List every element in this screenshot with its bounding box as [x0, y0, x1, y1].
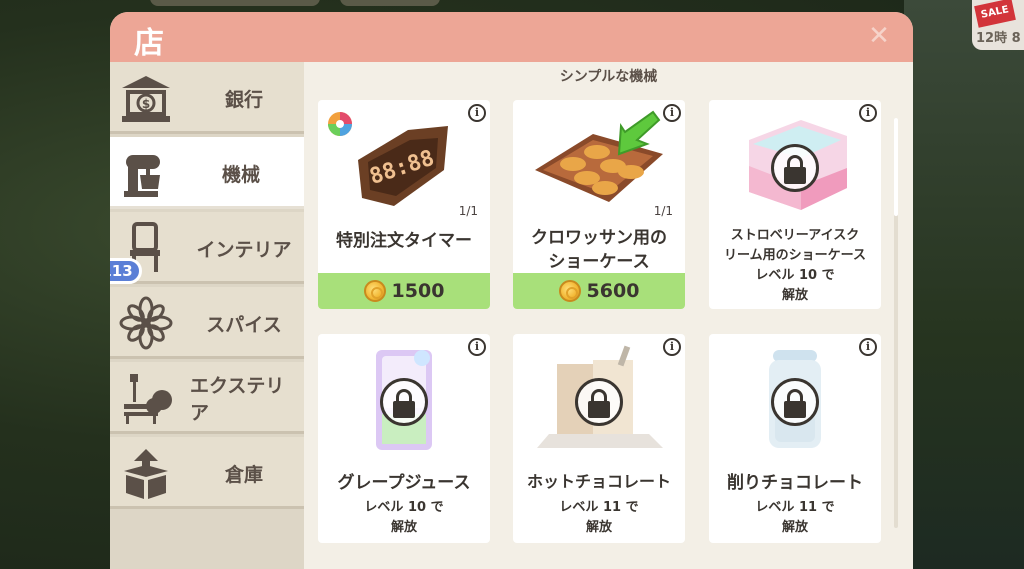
- sidebar-item-label: 機械: [221, 163, 260, 186]
- coin-icon: [363, 280, 386, 302]
- buy-button[interactable]: 5600: [513, 273, 685, 309]
- item-name: グレープジュース: [337, 473, 471, 493]
- scrollbar-thumb[interactable]: [894, 118, 898, 216]
- item-name: 特別注文タイマー: [336, 231, 472, 251]
- unlock-level: レベル 10 で: [364, 500, 444, 515]
- sidebar-item-storage[interactable]: 倉庫: [110, 437, 304, 509]
- price-value: 1500: [391, 280, 445, 302]
- lock-icon: [380, 378, 428, 426]
- sidebar-item-label: 銀行: [224, 88, 263, 111]
- unlock-level: レベル 11 で: [559, 500, 639, 515]
- sidebar-item-bank[interactable]: $ 銀行: [110, 62, 304, 134]
- star-anise-icon: [119, 296, 173, 350]
- sidebar-item-label: エクステリア: [190, 375, 285, 424]
- unlock-label: 解放: [781, 288, 808, 303]
- box-icon: [124, 449, 168, 499]
- mixer-icon: [124, 155, 160, 197]
- shop-item-card[interactable]: i 1/1 クロワッサン用の ショーケース 5600: [513, 100, 685, 309]
- sale-badge[interactable]: SALE 12時 8: [972, 0, 1024, 50]
- sidebar-item-label: 倉庫: [224, 463, 263, 486]
- unlock-text: レベル 11 で 解放: [517, 498, 681, 538]
- unlock-label: 解放: [390, 520, 417, 535]
- unlock-level: レベル 11 で: [755, 500, 835, 515]
- buy-button[interactable]: 1500: [318, 273, 490, 309]
- hud-pill: [340, 0, 440, 6]
- coin-icon: [558, 280, 581, 302]
- price-value: 5600: [586, 280, 640, 302]
- unlock-text: レベル 10 で 解放: [322, 498, 486, 538]
- sidebar-item-label: スパイス: [206, 313, 282, 336]
- svg-text:$: $: [142, 97, 150, 111]
- item-name-line: クロワッサン用の: [531, 228, 667, 248]
- unlock-text: ストロベリーアイスク リーム用のショーケース レベル 10 で 解放: [713, 226, 877, 306]
- item-name: 削りチョコレート: [727, 473, 863, 493]
- sidebar-item-spice[interactable]: スパイス: [110, 287, 304, 359]
- game-background: [904, 0, 1024, 569]
- unlock-text: レベル 11 で 解放: [713, 498, 877, 538]
- shop-item-card[interactable]: i グレープジュース レベル 10 で 解放: [318, 334, 490, 543]
- item-name: クロワッサン用の ショーケース: [517, 226, 681, 274]
- shop-panel: 店 ✕ $ 銀行 機械 インテリア スパイス エクステリア 倉庫 13 シンプル…: [110, 12, 913, 569]
- shop-item-card[interactable]: i ホットチョコレート レベル 11 で 解放: [513, 334, 685, 543]
- lock-icon: [771, 378, 819, 426]
- shop-item-card[interactable]: i 88:88 1/1 特別注文タイマー 1500: [318, 100, 490, 309]
- sale-tag: SALE: [974, 0, 1016, 28]
- lock-icon: [575, 378, 623, 426]
- lock-icon: [771, 144, 819, 192]
- sidebar: $ 銀行 機械 インテリア スパイス エクステリア 倉庫 13: [110, 62, 304, 569]
- sidebar-item-label: インテリア: [196, 238, 292, 261]
- unlock-level: レベル 10 で: [755, 268, 835, 283]
- item-name-line: ストロベリーアイスク: [730, 228, 860, 243]
- shop-item-card[interactable]: i 削りチョコレート レベル 11 で 解放: [709, 334, 881, 543]
- panel-header: 店 ✕: [110, 12, 913, 62]
- item-name: ホットチョコレート: [526, 472, 671, 491]
- bank-icon: $: [122, 76, 170, 122]
- unlock-label: 解放: [781, 520, 808, 535]
- notification-badge: 113: [110, 258, 142, 284]
- bench-lamp-icon: [124, 374, 172, 424]
- sidebar-item-machines[interactable]: 機械: [110, 137, 304, 209]
- close-button[interactable]: ✕: [867, 21, 891, 51]
- shop-content: シンプルな機械 i 88:88 1/1 特別注文タイマー 1500 i 1/1 …: [304, 62, 913, 569]
- stock-count: 1/1: [653, 204, 673, 218]
- shop-item-card[interactable]: i ストロベリーアイスク リーム用のショーケース レベル 10 で 解放: [709, 100, 881, 309]
- sale-timer: 12時 8: [976, 31, 1021, 46]
- stock-count: 1/1: [458, 204, 478, 218]
- sidebar-item-exterior[interactable]: エクステリア: [110, 362, 304, 434]
- unlock-label: 解放: [585, 520, 612, 535]
- section-title: シンプルな機械: [559, 69, 658, 85]
- page-title: 店: [134, 26, 164, 61]
- hud-pill: [150, 0, 320, 6]
- item-name-line: リーム用のショーケース: [724, 248, 866, 263]
- close-icon: ✕: [868, 21, 890, 51]
- item-name-line: ショーケース: [548, 252, 650, 272]
